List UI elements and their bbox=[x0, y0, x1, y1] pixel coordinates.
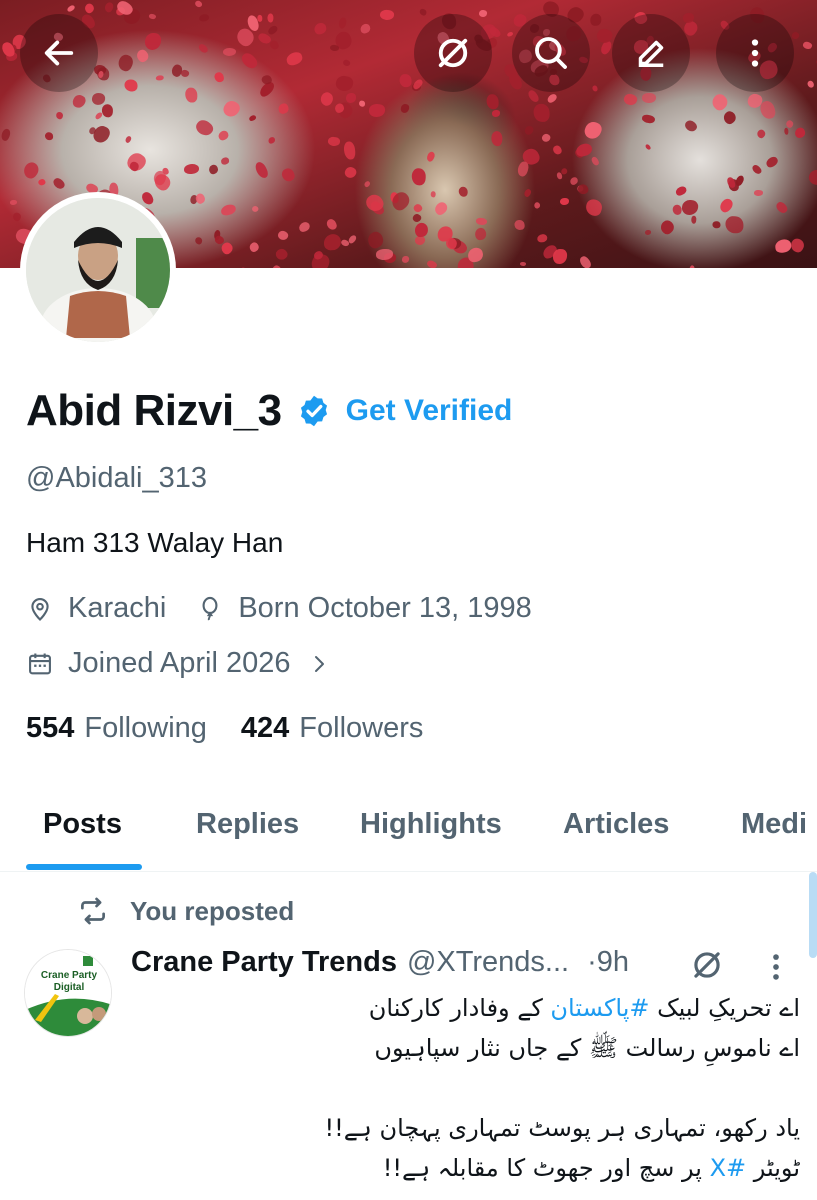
tab-highlights[interactable]: Highlights bbox=[360, 808, 502, 841]
more-options-button[interactable] bbox=[716, 14, 794, 92]
verified-badge-icon[interactable] bbox=[296, 393, 332, 429]
repost-icon bbox=[81, 897, 105, 925]
following-label: Following bbox=[84, 712, 207, 744]
post-line-1: اے تحریکِ لبیک #پاکستان کے وفادار کارکنا… bbox=[368, 994, 800, 1022]
grok-button[interactable] bbox=[414, 14, 492, 92]
arrow-left-icon bbox=[44, 40, 74, 66]
more-vertical-icon bbox=[751, 39, 759, 67]
get-verified-link[interactable]: Get Verified bbox=[346, 394, 513, 428]
active-tab-indicator bbox=[26, 864, 142, 870]
calendar-icon bbox=[29, 653, 51, 674]
following-count: 554 bbox=[26, 712, 75, 744]
tab-media[interactable]: Medi bbox=[741, 808, 807, 841]
logo-text-line-1: Crane Party bbox=[41, 970, 98, 981]
avatar-photo bbox=[26, 198, 170, 342]
logo-text-line-2: Digital bbox=[54, 982, 85, 993]
joined-row[interactable]: Joined April 2026 bbox=[26, 647, 331, 680]
location-pin-icon bbox=[31, 597, 49, 621]
hashtag-link[interactable]: #X bbox=[710, 1154, 747, 1182]
following-link[interactable]: 554 Following bbox=[26, 712, 207, 745]
repost-label: You reposted bbox=[130, 895, 295, 926]
search-icon bbox=[535, 37, 567, 69]
profile-handle: @Abidali_313 bbox=[26, 462, 208, 494]
profile-avatar[interactable] bbox=[20, 192, 176, 348]
followers-count: 424 bbox=[240, 712, 290, 744]
profile-meta-row: Karachi Born October 13, 1998 bbox=[26, 592, 532, 625]
post-timestamp[interactable]: ·9h bbox=[587, 946, 629, 979]
edit-button[interactable] bbox=[612, 14, 690, 92]
location-item: Karachi bbox=[26, 592, 166, 625]
search-button[interactable] bbox=[512, 14, 590, 92]
post-header: Crane Party Trends @XTrends... ·9h bbox=[131, 946, 629, 979]
post-author-avatar[interactable]: Crane Party Digital bbox=[24, 949, 112, 1037]
crane-party-logo: Crane Party Digital bbox=[25, 950, 111, 1036]
post-line-3: یاد رکھو، تمہاری ہر پوسٹ تمہاری پہچان ہے… bbox=[324, 1114, 800, 1142]
repost-indicator: You reposted bbox=[76, 894, 294, 928]
profile-bio: Ham 313 Walay Han bbox=[26, 527, 284, 558]
profile-tabs: Posts Replies Highlights Articles Medi bbox=[0, 790, 817, 872]
post-line-2: اے ناموسِ رسالت ﷺ کے جاں نثار سپاہیوں bbox=[374, 1034, 800, 1062]
tab-replies[interactable]: Replies bbox=[196, 808, 299, 841]
pencil-icon bbox=[638, 40, 664, 67]
tab-posts[interactable]: Posts bbox=[43, 808, 122, 841]
post-author-name[interactable]: Crane Party Trends bbox=[131, 946, 397, 979]
scrollbar-thumb[interactable] bbox=[809, 872, 817, 958]
back-button[interactable] bbox=[20, 14, 98, 92]
joined-text: Joined April 2026 bbox=[68, 647, 291, 679]
display-name: Abid Rizvi_3 bbox=[26, 386, 282, 435]
tab-articles[interactable]: Articles bbox=[563, 808, 669, 841]
post-line-blank bbox=[130, 1068, 800, 1108]
hashtag-link[interactable]: #پاکستان bbox=[550, 994, 649, 1022]
followers-link[interactable]: 424 Followers bbox=[241, 712, 423, 745]
post-author-handle[interactable]: @XTrends... bbox=[407, 946, 569, 979]
post-body: اے تحریکِ لبیک #پاکستان کے وفادار کارکنا… bbox=[130, 988, 800, 1188]
follow-stats: 554 Following 424 Followers bbox=[26, 712, 423, 745]
grok-icon[interactable] bbox=[688, 946, 726, 984]
post-more-icon[interactable] bbox=[766, 950, 786, 984]
birthday-text: Born October 13, 1998 bbox=[238, 592, 532, 624]
location-text: Karachi bbox=[68, 592, 167, 624]
grok-icon bbox=[438, 38, 468, 68]
chevron-right-icon bbox=[314, 655, 324, 672]
balloon-icon bbox=[202, 596, 218, 620]
post-line-4: ٹویٹر #X پر سچ اور جھوٹ کا مقابلہ ہے!! bbox=[382, 1154, 800, 1182]
birthday-item: Born October 13, 1998 bbox=[196, 592, 532, 625]
followers-label: Followers bbox=[299, 712, 424, 744]
profile-name-row: Abid Rizvi_3 Get Verified bbox=[26, 386, 512, 436]
